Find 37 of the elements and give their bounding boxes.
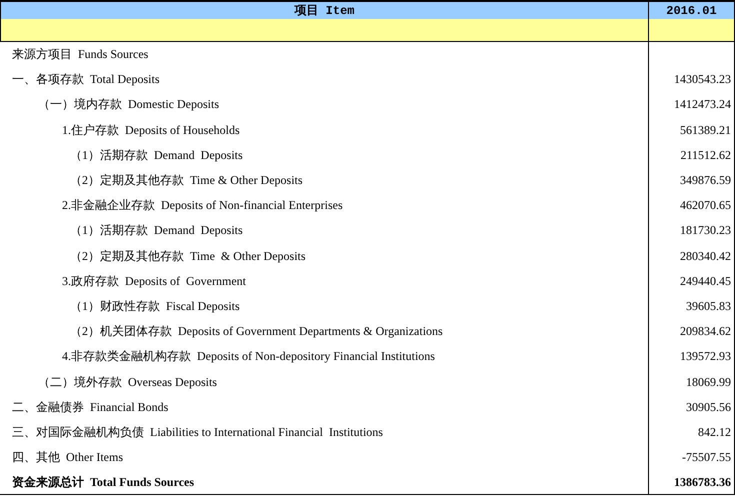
column-header: 项目 Item	[0, 2, 648, 19]
value-cell: 280340.42	[648, 244, 735, 269]
value-cell: 561389.21	[648, 118, 735, 143]
row-label: 资金来源总计 Total Funds Sources	[12, 474, 194, 491]
value-cell: 209834.62	[648, 319, 735, 344]
value-cell: 30905.56	[648, 394, 735, 420]
row-label: （2）机关团体存款 Deposits of Government Departments & Organizations	[70, 323, 443, 340]
row-label: （1）活期存款 Demand Deposits	[70, 222, 243, 240]
row-label: 2.非金融企业存款 Deposits of Non-financial Enterprises	[62, 197, 343, 214]
row-label: （一）境内存款 Domestic Deposits	[38, 96, 219, 114]
row-label: （1）财政性存款 Fiscal Deposits	[70, 298, 240, 315]
value-cell: 18069.99	[648, 369, 735, 395]
value-cell: 181730.23	[648, 218, 735, 244]
column-header: 2016.01	[648, 2, 735, 19]
row-label: 3.政府存款 Deposits of Government	[62, 272, 246, 290]
value-cell: 139572.93	[648, 344, 735, 370]
row-label: （二）境外存款 Overseas Deposits	[38, 374, 217, 391]
row-label: （2）定期及其他存款 Time & Other Deposits	[70, 248, 306, 265]
value-cell: 842.12	[648, 420, 735, 445]
row-label: （2）定期及其他存款 Time & Other Deposits	[70, 172, 303, 190]
row-label: 来源方项目 Funds Sources	[12, 46, 148, 64]
row-label: 一、各项存款 Total Deposits	[12, 71, 160, 88]
row-label: 4.非存款类金融机构存款 Deposits of Non-depository Financial Institutions	[62, 348, 435, 366]
value-cell: 211512.62	[648, 142, 735, 168]
row-label: 二、金融债券 Financial Bonds	[12, 398, 168, 416]
value-cell: 39605.83	[648, 294, 735, 320]
value-cell: 1412473.24	[648, 92, 735, 118]
value-cell: 349876.59	[648, 168, 735, 194]
row-label: 三、对国际金融机构负债 Liabilities to International Financial Institutions	[12, 424, 383, 441]
value-cell: -75507.55	[648, 445, 735, 470]
value-cell: 249440.45	[648, 268, 735, 294]
row-label: （1）活期存款 Demand Deposits	[70, 146, 243, 164]
value-cell: 462070.65	[648, 193, 735, 218]
value-cell: 1430543.23	[648, 67, 735, 92]
row-label: 1.住户存款 Deposits of Households	[62, 122, 240, 139]
value-cell: 1386783.36	[648, 470, 735, 494]
row-label: 四、其他 Other Items	[12, 449, 123, 466]
